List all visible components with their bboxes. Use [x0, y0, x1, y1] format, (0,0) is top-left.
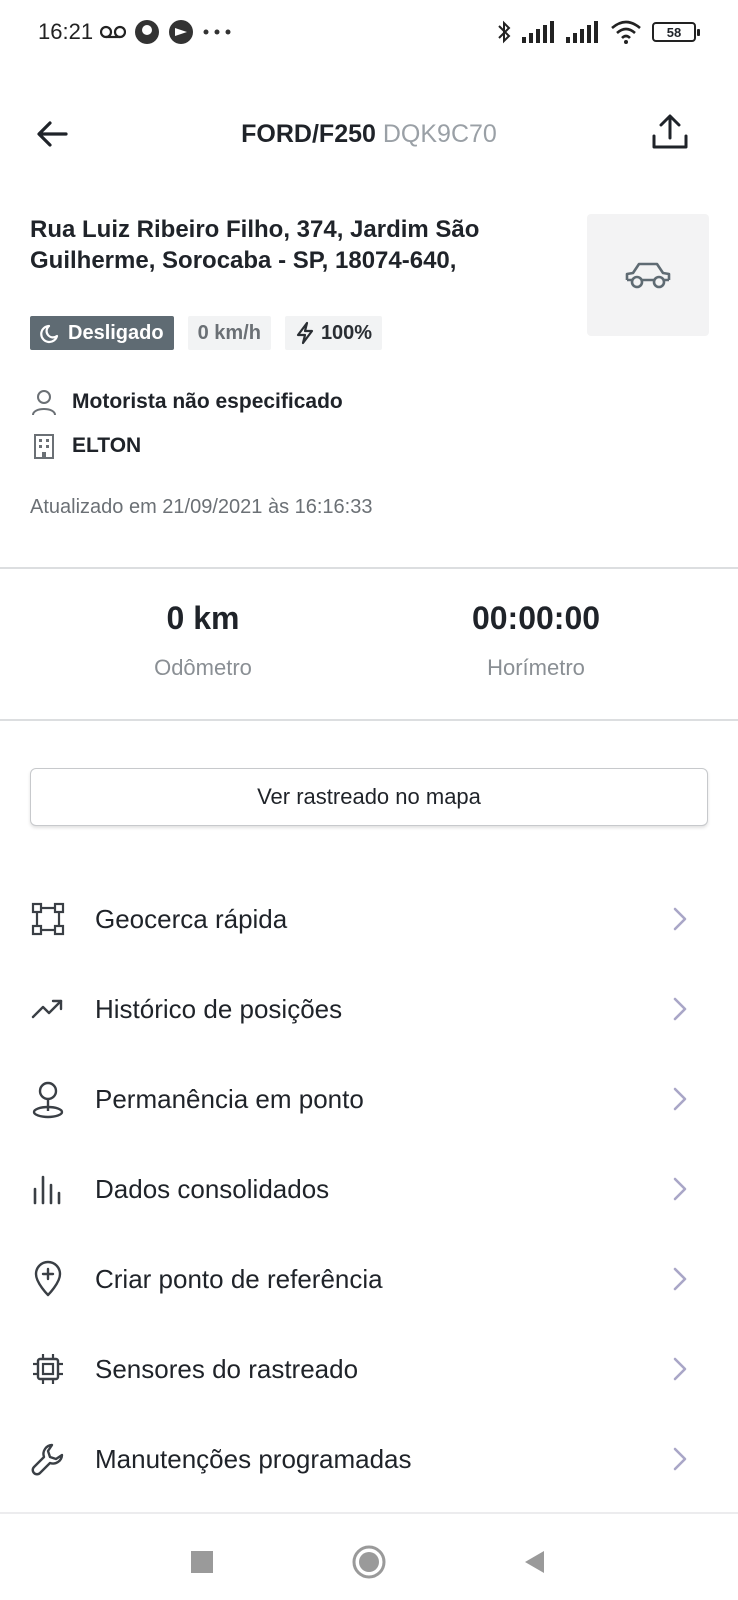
- trending-icon: [28, 989, 68, 1029]
- menu-label: Geocerca rápida: [95, 903, 288, 934]
- hourmeter-value: 00:00:00: [471, 600, 601, 636]
- menu-label: Sensores do rastreado: [95, 1353, 359, 1384]
- menu-item-reference-point[interactable]: Criar ponto de referência: [0, 1234, 738, 1324]
- menu-item-position-history[interactable]: Histórico de posições: [0, 964, 738, 1054]
- chevron-right-icon: [668, 904, 692, 934]
- more-notifications-icon: [203, 29, 231, 35]
- chevron-right-icon: [668, 1084, 692, 1114]
- chevron-right-icon: [668, 1444, 692, 1474]
- page-title: FORD/F250 DQK9C70: [0, 120, 738, 149]
- menu-item-maintenance[interactable]: Manutenções programadas: [0, 1414, 738, 1504]
- vehicle-thumbnail[interactable]: [587, 214, 709, 336]
- menu-label: Histórico de posições: [95, 993, 343, 1024]
- app-header: FORD/F250 DQK9C70: [0, 100, 738, 170]
- car-icon: [625, 262, 671, 289]
- menu-item-consolidated-data[interactable]: Dados consolidados: [0, 1144, 738, 1234]
- signal-icon: [522, 21, 554, 43]
- battery-level: 100%: [320, 321, 373, 344]
- home-button[interactable]: [349, 1542, 389, 1582]
- menu-label: Criar ponto de referência: [95, 1263, 383, 1294]
- ignition-badge: Desligado: [30, 316, 174, 350]
- bar-chart-icon: [28, 1169, 68, 1209]
- chevron-right-icon: [668, 1354, 692, 1384]
- menu-item-stay-at-point[interactable]: Permanência em ponto: [0, 1054, 738, 1144]
- chip-icon: [28, 1349, 68, 1389]
- battery-indicator: 58: [652, 22, 700, 42]
- triangle-back-icon: [525, 1551, 544, 1573]
- vehicle-address: Rua Luiz Ribeiro Filho, 374, Jardim São …: [30, 216, 480, 274]
- speed-value: 0 km/h: [197, 321, 261, 344]
- app-notification-icon: [135, 20, 159, 44]
- menu-label: Manutenções programadas: [95, 1443, 412, 1474]
- chevron-right-icon: [668, 994, 692, 1024]
- moon-icon: [40, 324, 59, 344]
- status-badges: Desligado 0 km/h 100%: [30, 316, 383, 350]
- building-icon: [34, 434, 54, 459]
- ignition-status: Desligado: [68, 321, 164, 344]
- last-updated: Atualizado em 21/09/2021 às 16:16:33: [30, 496, 373, 518]
- vehicle-plate: DQK9C70: [382, 120, 497, 148]
- odometer-label: Odômetro: [154, 655, 252, 680]
- signal-icon-2: [566, 21, 598, 43]
- hourmeter-stat: 00:00:00 Horímetro: [386, 600, 686, 681]
- location-pin-icon: [28, 1079, 68, 1119]
- recents-button[interactable]: [182, 1542, 222, 1582]
- navigation-app-icon: [169, 20, 193, 44]
- square-icon: [191, 1551, 213, 1573]
- upload-icon: [652, 114, 688, 149]
- odometer-stat: 0 km Odômetro: [53, 600, 353, 681]
- chevron-right-icon: [668, 1264, 692, 1294]
- status-time: 16:21: [38, 19, 94, 44]
- vehicle-model: FORD/F250: [241, 120, 376, 148]
- status-left-icons: [100, 18, 232, 46]
- battery-badge: 100%: [284, 316, 383, 350]
- divider: [0, 719, 738, 721]
- divider: [0, 567, 738, 569]
- menu-label: Dados consolidados: [95, 1173, 330, 1204]
- person-icon: [32, 390, 56, 416]
- company-row: ELTON: [30, 432, 141, 460]
- speed-badge: 0 km/h: [187, 316, 271, 350]
- share-button[interactable]: [648, 110, 692, 154]
- system-nav-bar: [0, 1512, 738, 1600]
- circle-icon: [352, 1545, 386, 1579]
- status-right-icons: 58: [496, 18, 700, 46]
- bluetooth-icon: [498, 20, 511, 44]
- wifi-icon: [611, 20, 641, 44]
- voicemail-icon: [100, 25, 126, 39]
- odometer-value: 0 km: [166, 600, 240, 636]
- company-name: ELTON: [72, 434, 142, 457]
- driver-name: Motorista não especificado: [72, 390, 343, 413]
- chevron-right-icon: [668, 1174, 692, 1204]
- status-bar: 16:21 58: [0, 0, 738, 66]
- hourmeter-label: Horímetro: [487, 655, 585, 680]
- geofence-icon: [28, 899, 68, 939]
- menu-label: Permanência em ponto: [95, 1083, 364, 1114]
- driver-row: Motorista não especificado: [30, 388, 343, 416]
- lightning-icon: [296, 321, 314, 345]
- add-location-icon: [28, 1259, 68, 1299]
- menu-item-sensors[interactable]: Sensores do rastreado: [0, 1324, 738, 1414]
- back-nav-button[interactable]: [514, 1542, 554, 1582]
- menu-item-geofence[interactable]: Geocerca rápida: [0, 874, 738, 964]
- view-on-map-button[interactable]: Ver rastreado no mapa: [30, 768, 708, 826]
- wrench-icon: [28, 1439, 68, 1479]
